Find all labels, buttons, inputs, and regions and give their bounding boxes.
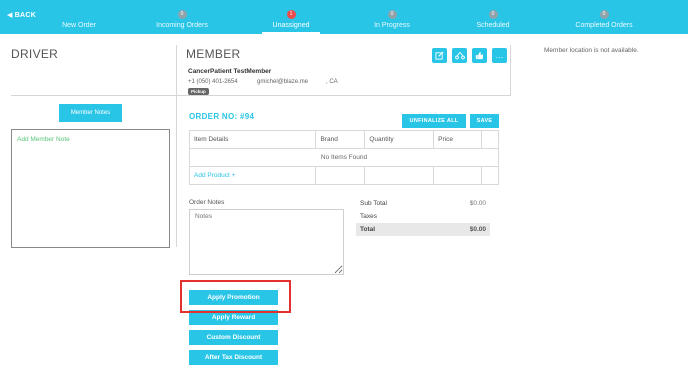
edit-member-button[interactable]: [432, 48, 447, 63]
tab-completed-orders[interactable]: 0 Completed Orders: [570, 10, 638, 34]
no-items-message: No Items Found: [189, 148, 499, 167]
tab-badge: 0: [599, 10, 609, 19]
top-nav-bar: ◀ BACK New Order 0 Incoming Orders 1 Una…: [0, 0, 688, 34]
tab-new-order[interactable]: New Order: [44, 10, 114, 34]
total-label: Total: [360, 226, 376, 233]
tab-incoming-orders[interactable]: 0 Incoming Orders: [146, 10, 218, 34]
table-row: Add Product +: [188, 166, 499, 185]
column-header-item-details: Item Details: [188, 130, 317, 149]
unfinalize-all-button[interactable]: UNFINALIZE ALL: [402, 114, 466, 128]
total-row: Total $0.00: [356, 223, 490, 236]
table-cell: [481, 166, 499, 185]
more-icon: …: [495, 50, 504, 60]
column-header-brand: Brand: [315, 130, 366, 149]
table-cell: [364, 166, 435, 185]
tab-label: Scheduled: [476, 22, 510, 29]
back-button[interactable]: ◀ BACK: [7, 11, 37, 20]
member-location-note: Member location is not available.: [544, 47, 639, 54]
table-cell: [315, 166, 366, 185]
add-product-link[interactable]: Add Product +: [188, 166, 317, 185]
member-notes-button[interactable]: Member Notes: [59, 104, 122, 122]
tab-badge: 0: [488, 10, 498, 19]
panel-divider-vertical: [176, 45, 177, 247]
subtotal-row: Sub Total $0.00: [356, 197, 490, 210]
transfer-member-button[interactable]: [452, 48, 467, 63]
like-member-button[interactable]: [472, 48, 487, 63]
table-cell: [433, 166, 483, 185]
member-phone: +1 (050) 401-2654: [188, 79, 238, 85]
column-header-price: Price: [433, 130, 483, 149]
edit-icon: [435, 51, 444, 60]
order-notes-input[interactable]: [189, 209, 344, 275]
more-options-button[interactable]: …: [492, 48, 507, 63]
tab-label: Unassigned: [272, 22, 310, 29]
tab-badge: 1: [286, 10, 296, 19]
member-name: CancerPatient TestMember: [188, 68, 272, 75]
tab-scheduled[interactable]: 0 Scheduled: [470, 10, 516, 34]
tab-unassigned[interactable]: 1 Unassigned: [262, 10, 320, 34]
tab-in-progress[interactable]: 0 In Progress: [366, 10, 418, 34]
tab-label: In Progress: [374, 22, 410, 29]
order-totals: Sub Total $0.00 Taxes Total $0.00: [356, 197, 490, 236]
back-label: BACK: [14, 11, 37, 19]
highlight-annotation-box: [180, 280, 291, 313]
subtotal-label: Sub Total: [360, 200, 387, 207]
taxes-label: Taxes: [360, 213, 377, 220]
tab-label: Incoming Orders: [156, 22, 208, 29]
order-notes-label: Order Notes: [189, 199, 225, 206]
member-email: gmichel@blaze.me: [257, 79, 309, 85]
column-header-actions: [481, 130, 499, 149]
member-note-box[interactable]: Add Member Note: [11, 129, 170, 248]
table-header-row: Item Details Brand Quantity Price: [188, 130, 499, 149]
driver-title: DRIVER: [11, 47, 59, 61]
transfer-icon: [454, 51, 465, 60]
after-tax-discount-button[interactable]: After Tax Discount: [189, 350, 278, 365]
tab-label: Completed Orders: [575, 22, 633, 29]
panel-divider-horizontal: [11, 95, 511, 96]
order-number-title: ORDER NO: #94: [189, 112, 255, 121]
save-button[interactable]: SAVE: [470, 114, 499, 128]
member-title: MEMBER: [186, 47, 241, 61]
panel-divider-right: [510, 45, 511, 96]
tab-badge: 0: [387, 10, 397, 19]
thumbs-up-icon: [475, 51, 484, 60]
add-member-note-link[interactable]: Add Member Note: [17, 136, 70, 143]
chevron-left-icon: ◀: [7, 12, 13, 19]
tab-label: New Order: [62, 22, 96, 29]
order-items-table: Item Details Brand Quantity Price No Ite…: [188, 130, 499, 185]
subtotal-value: $0.00: [469, 200, 486, 207]
tab-badge: 0: [177, 10, 187, 19]
total-value: $0.00: [469, 226, 486, 233]
member-location: , CA: [326, 79, 338, 85]
pickup-badge: Pickup: [188, 88, 209, 95]
custom-discount-button[interactable]: Custom Discount: [189, 330, 278, 345]
taxes-row: Taxes: [356, 210, 490, 223]
column-header-quantity: Quantity: [364, 130, 435, 149]
table-row: No Items Found: [189, 148, 499, 167]
